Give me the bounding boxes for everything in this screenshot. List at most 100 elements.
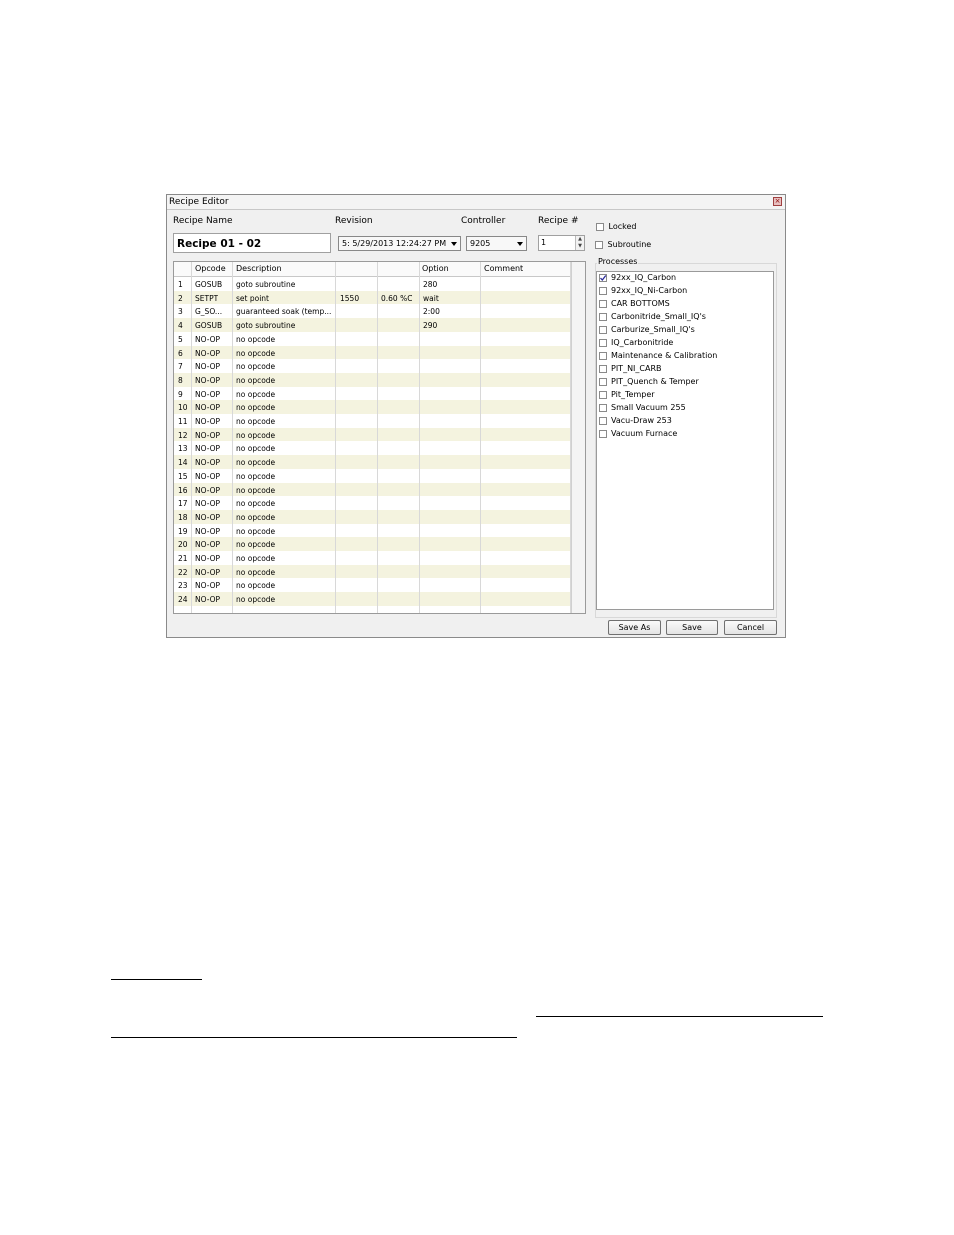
list-item[interactable]: Vacuum Furnace	[599, 429, 677, 442]
table-row[interactable]: 18 NO-OP no opcode	[174, 509, 570, 524]
process-checkbox[interactable]	[599, 364, 607, 373]
cancel-button[interactable]: Cancel	[724, 620, 777, 635]
cell-opcode: NO-OP	[195, 375, 221, 385]
table-row[interactable]: 1 GOSUB goto subroutine 280	[174, 277, 570, 291]
table-row[interactable]: 16 NO-OP no opcode	[174, 482, 570, 497]
process-checkbox[interactable]	[599, 403, 607, 412]
revision-label: Revision	[335, 216, 373, 226]
list-item[interactable]: PIT_Quench & Temper	[599, 377, 699, 390]
process-label: Carbonitride_Small_IQ's	[611, 312, 706, 321]
header-option[interactable]: Option	[422, 264, 449, 273]
table-row[interactable]: 11 NO-OP no opcode	[174, 414, 570, 428]
table-row[interactable]: 23 NO-OP no opcode	[174, 578, 570, 592]
process-checkbox[interactable]	[599, 273, 607, 282]
list-item[interactable]: 92xx_IQ_Carbon	[599, 273, 676, 286]
header-opcode[interactable]: Opcode	[195, 264, 226, 273]
cell-num: 1	[178, 280, 183, 289]
cell-opcode: GOSUB	[195, 280, 223, 289]
process-checkbox[interactable]	[599, 286, 607, 295]
list-item[interactable]: PIT_NI_CARB	[599, 364, 662, 377]
controller-dropdown[interactable]: 9205	[466, 236, 527, 251]
grid-scrollbar[interactable]	[571, 262, 585, 613]
recipe-name-input[interactable]: Recipe 01 - 02	[173, 233, 331, 253]
grid-divider	[377, 262, 378, 613]
cell-description: no opcode	[236, 458, 276, 468]
title-bar[interactable]: Recipe Editor ×	[167, 195, 785, 210]
cell-description: guaranteed soak (temp...	[236, 307, 332, 317]
table-row[interactable]: 10 NO-OP no opcode	[174, 400, 570, 414]
cell-opcode: NO-OP	[195, 444, 221, 454]
cell-opcode: NO-OP	[195, 471, 221, 481]
table-row[interactable]: 13 NO-OP no opcode	[174, 441, 570, 455]
table-row[interactable]: 3 G_SO... guaranteed soak (temp... 2:00	[174, 304, 570, 318]
header-comment[interactable]: Comment	[484, 264, 523, 273]
list-item[interactable]: Pit_Temper	[599, 390, 655, 403]
list-item[interactable]: 92xx_IQ_Ni-Carbon	[599, 286, 687, 299]
cell-description: no opcode	[236, 334, 276, 344]
cell-opcode: G_SO...	[195, 307, 223, 317]
list-item[interactable]: IQ_Carbonitride	[599, 338, 673, 351]
cell-description: no opcode	[236, 417, 276, 426]
process-checkbox[interactable]	[599, 338, 607, 347]
subroutine-checkbox-row[interactable]: Subroutine	[595, 240, 651, 249]
table-row[interactable]: 14 NO-OP no opcode	[174, 455, 570, 469]
process-checkbox[interactable]	[599, 429, 607, 438]
table-row[interactable]: 5 NO-OP no opcode	[174, 332, 570, 346]
table-row[interactable]: 21 NO-OP no opcode	[174, 551, 570, 565]
save-as-button[interactable]: Save As	[608, 620, 661, 635]
table-row[interactable]: 17 NO-OP no opcode	[174, 496, 570, 510]
process-checkbox[interactable]	[599, 351, 607, 360]
process-label: CAR BOTTOMS	[611, 299, 670, 308]
cell-num: 12	[178, 430, 188, 440]
cell-description: no opcode	[236, 581, 276, 591]
cell-opcode: NO-OP	[195, 595, 221, 605]
table-row[interactable]: 7 NO-OP no opcode	[174, 359, 570, 373]
cell-opcode: NO-OP	[195, 554, 221, 563]
process-checkbox[interactable]	[599, 299, 607, 308]
save-button[interactable]: Save	[666, 620, 718, 635]
locked-checkbox[interactable]	[596, 222, 604, 231]
subroutine-checkbox[interactable]	[595, 240, 603, 249]
cell-opcode: NO-OP	[195, 485, 221, 495]
table-row[interactable]: 24 NO-OP no opcode	[174, 592, 570, 606]
table-row[interactable]: 9 NO-OP no opcode	[174, 387, 570, 401]
cell-opcode: NO-OP	[195, 540, 221, 550]
recipe-num-stepper[interactable]: 1 ▲ ▼	[538, 235, 585, 251]
table-row[interactable]: 12 NO-OP no opcode	[174, 427, 570, 442]
stepper-buttons[interactable]: ▲ ▼	[575, 236, 584, 250]
table-row[interactable]: 2 SETPT set point 1550 0.60 %C wait	[174, 290, 570, 305]
cell-opcode: NO-OP	[195, 334, 221, 344]
revision-dropdown[interactable]: 5: 5/29/2013 12:24:27 PM	[338, 236, 461, 251]
locked-checkbox-row[interactable]: Locked	[596, 222, 637, 231]
table-row[interactable]: 4 GOSUB goto subroutine 290	[174, 318, 570, 332]
list-item[interactable]: Carbonitride_Small_IQ's	[599, 312, 706, 325]
cell-num: 9	[178, 389, 183, 399]
cell-num: 23	[178, 581, 188, 591]
cell-num: 11	[178, 417, 188, 426]
stepper-up-icon[interactable]: ▲	[576, 236, 584, 243]
table-row[interactable]: 19 NO-OP no opcode	[174, 524, 570, 538]
process-checkbox[interactable]	[599, 325, 607, 334]
process-checkbox[interactable]	[599, 416, 607, 425]
table-row[interactable]: 6 NO-OP no opcode	[174, 345, 570, 360]
process-checkbox[interactable]	[599, 312, 607, 321]
processes-list[interactable]: 92xx_IQ_Carbon 92xx_IQ_Ni-Carbon CAR BOTTO…	[596, 271, 774, 610]
table-row[interactable]: 20 NO-OP no opcode	[174, 537, 570, 551]
process-checkbox[interactable]	[599, 390, 607, 399]
cell-description: no opcode	[236, 526, 276, 536]
table-row[interactable]: 22 NO-OP no opcode	[174, 564, 570, 579]
header-description[interactable]: Description	[236, 264, 282, 273]
list-item[interactable]: Vacu-Draw 253	[599, 416, 672, 429]
list-item[interactable]: CAR BOTTOMS	[599, 299, 670, 312]
list-item[interactable]: Carburize_Small_IQ's	[599, 325, 695, 338]
process-checkbox[interactable]	[599, 377, 607, 386]
table-row[interactable]: 15 NO-OP no opcode	[174, 469, 570, 483]
close-icon[interactable]: ×	[773, 197, 782, 206]
opcode-grid[interactable]: Opcode Description Option Comment 1 GOSUB…	[173, 261, 586, 614]
list-item[interactable]: Small Vacuum 255	[599, 403, 686, 416]
stepper-down-icon[interactable]: ▼	[576, 243, 584, 250]
list-item[interactable]: Maintenance & Calibration	[599, 351, 717, 364]
table-row[interactable]: 8 NO-OP no opcode	[174, 372, 570, 387]
chevron-down-icon	[517, 242, 523, 246]
recipe-num-label: Recipe #	[538, 216, 579, 226]
